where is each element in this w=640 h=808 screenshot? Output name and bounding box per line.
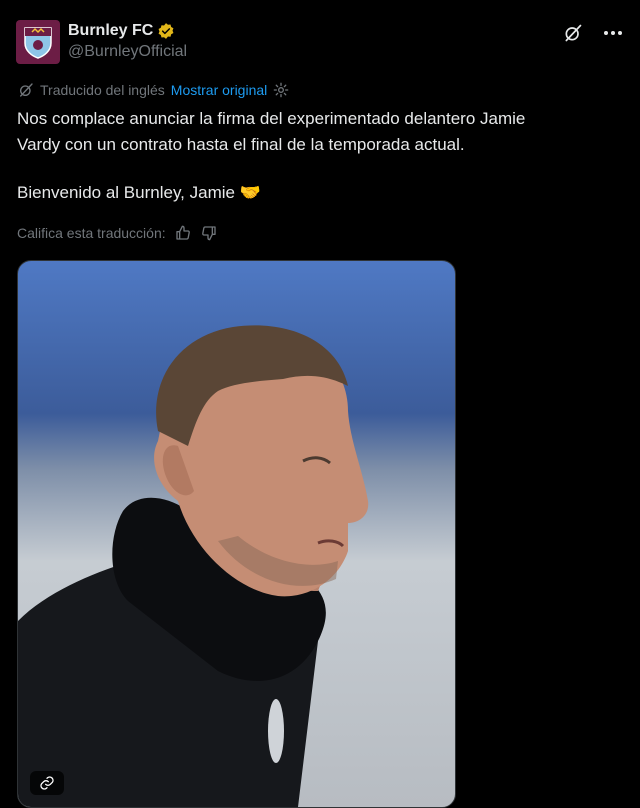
author-name-row[interactable]: Burnley FC xyxy=(68,22,187,40)
avatar[interactable] xyxy=(16,20,60,64)
thumbs-up-icon[interactable] xyxy=(174,224,192,242)
tweet-line-text: Bienvenido al Burnley, Jamie xyxy=(17,183,235,202)
gear-icon[interactable] xyxy=(273,82,289,98)
author-info: Burnley FC @BurnleyOfficial xyxy=(68,22,187,61)
translation-notice: Traducido del inglés Mostrar original xyxy=(18,82,289,98)
rate-label: Califica esta traducción: xyxy=(17,225,166,241)
handle[interactable]: @BurnleyOfficial xyxy=(68,43,187,61)
link-icon xyxy=(40,776,54,790)
thumbs-down-icon[interactable] xyxy=(200,224,218,242)
tweet-line: Nos complace anunciar la firma del exper… xyxy=(17,109,526,128)
tweet-header: Burnley FC @BurnleyOfficial xyxy=(16,20,624,68)
tweet-photo[interactable] xyxy=(17,260,456,808)
player-portrait xyxy=(18,325,369,807)
show-original-link[interactable]: Mostrar original xyxy=(171,82,267,98)
club-crest-icon xyxy=(24,27,52,59)
rate-translation: Califica esta traducción: xyxy=(17,224,218,242)
tweet-text: Nos complace anunciar la firma del exper… xyxy=(17,106,617,206)
grok-icon[interactable] xyxy=(562,22,584,44)
tweet-line: Vardy con un contrato hasta el final de … xyxy=(17,135,465,154)
handshake-emoji: 🤝 xyxy=(239,183,261,202)
verified-badge-icon[interactable] xyxy=(157,22,175,40)
translate-icon xyxy=(20,83,33,97)
top-actions xyxy=(562,22,624,44)
more-icon[interactable] xyxy=(602,22,624,44)
tweet-line: Bienvenido al Burnley, Jamie 🤝 xyxy=(17,180,617,206)
link-chip[interactable] xyxy=(30,771,64,795)
display-name[interactable]: Burnley FC xyxy=(68,22,153,40)
translation-notice-text: Traducido del inglés xyxy=(40,82,165,98)
